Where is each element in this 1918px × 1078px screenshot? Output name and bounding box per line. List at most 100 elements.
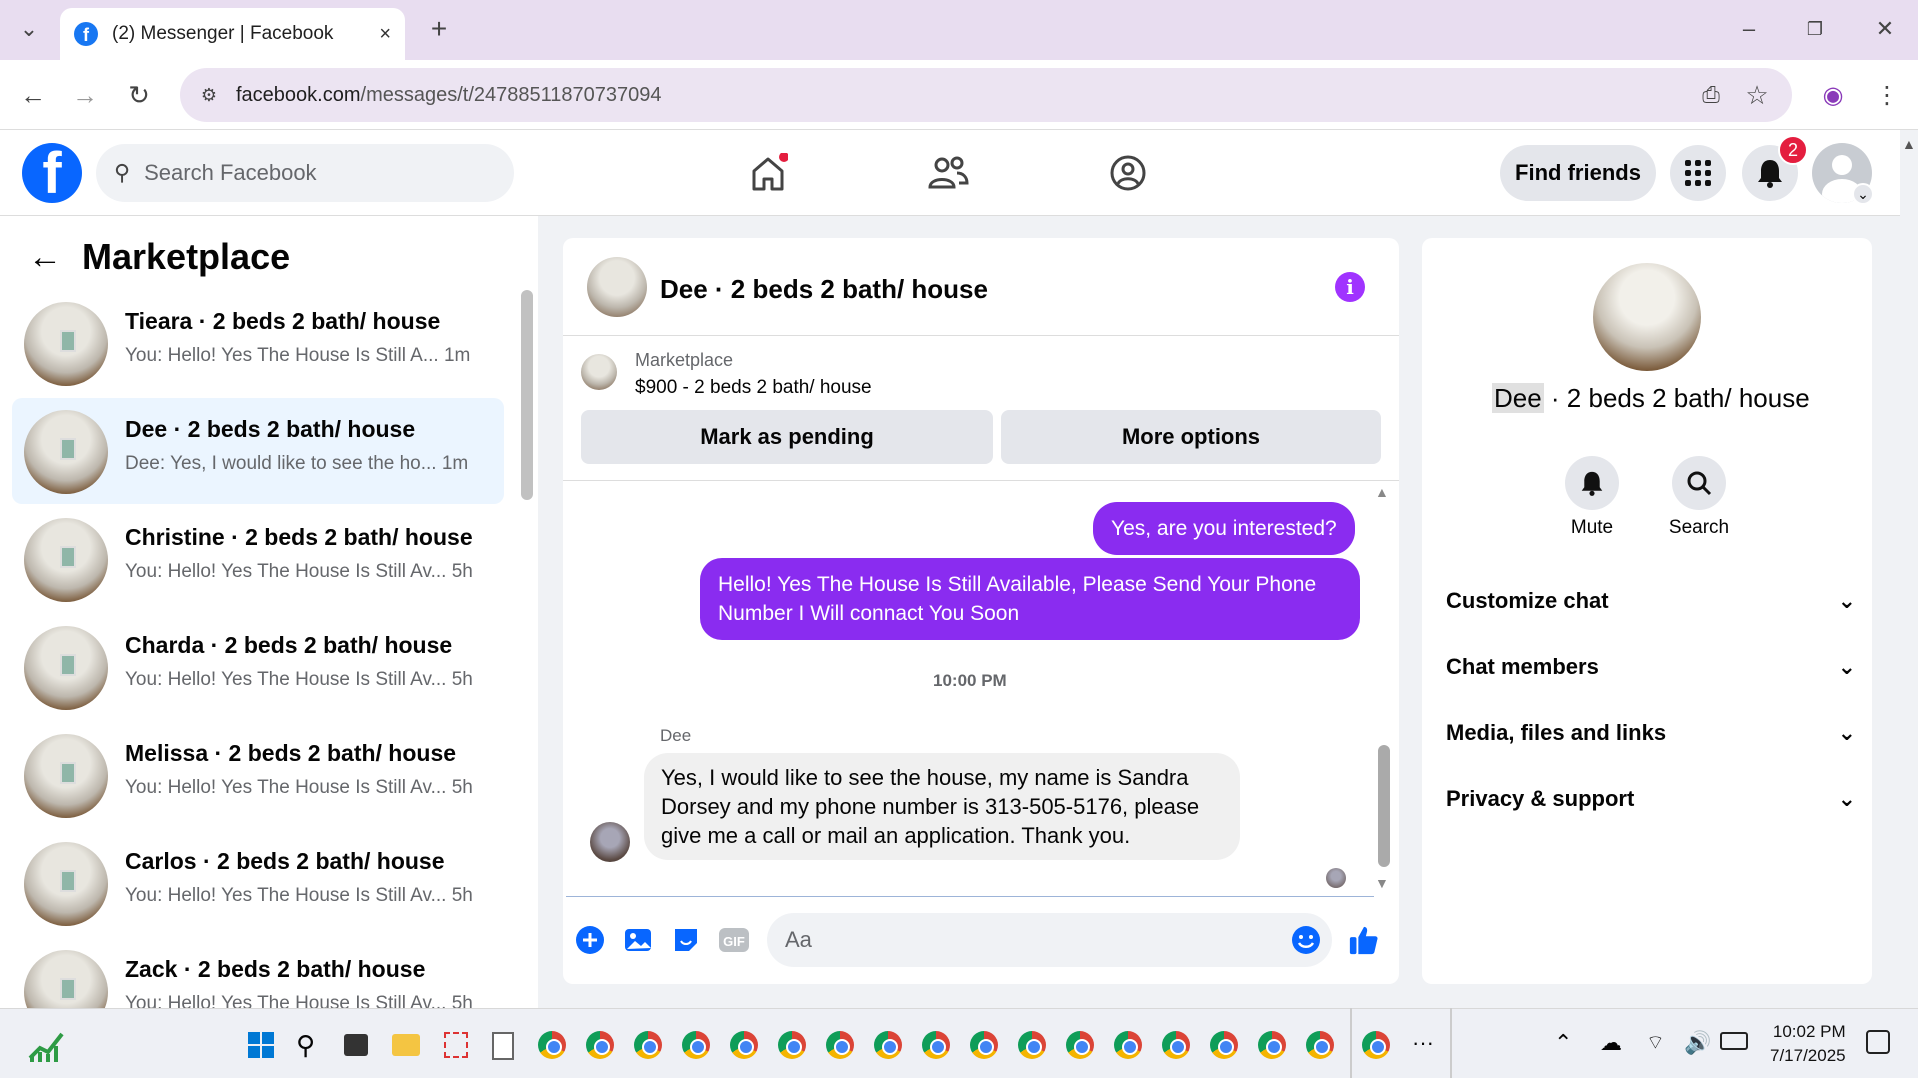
chat-header-avatar[interactable] <box>587 257 647 317</box>
taskbar-chrome-window-icon[interactable] <box>1306 1031 1334 1059</box>
taskbar-chrome-window-icon[interactable] <box>730 1031 758 1059</box>
taskbar-chrome-window-icon[interactable] <box>1114 1031 1142 1059</box>
conversation-item[interactable]: Tieara · 2 beds 2 bath/ house You: Hello!… <box>12 290 504 396</box>
address-bar[interactable]: facebook.com/messages/t/2478851187073709… <box>180 68 1792 122</box>
file-explorer-icon[interactable] <box>392 1034 420 1056</box>
browser-tab[interactable]: f (2) Messenger | Facebook × <box>60 8 405 60</box>
taskbar-chrome-window-icon[interactable] <box>634 1031 662 1059</box>
taskbar-chrome-window-icon[interactable] <box>1258 1031 1286 1059</box>
taskbar-chrome-icon[interactable] <box>1362 1031 1390 1059</box>
conversation-item[interactable]: Melissa · 2 beds 2 bath/ house You: Hello… <box>12 722 504 828</box>
message-input[interactable]: Aa <box>767 913 1332 967</box>
taskbar-chrome-window-icon[interactable] <box>778 1031 806 1059</box>
notification-center-icon[interactable] <box>1866 1030 1890 1054</box>
chat-scrollbar[interactable] <box>1378 745 1390 867</box>
taskbar-search-icon[interactable]: ⚲ <box>296 1030 315 1061</box>
mute-button[interactable] <box>1565 456 1619 510</box>
tab-search-icon[interactable]: ⌄ <box>14 14 44 44</box>
back-arrow-icon[interactable]: ← <box>28 238 62 277</box>
taskbar-chrome-window-icon[interactable] <box>1066 1031 1094 1059</box>
mark-as-pending-button[interactable]: Mark as pending <box>581 410 993 464</box>
emoji-icon[interactable] <box>1290 924 1322 956</box>
friends-nav-button[interactable] <box>920 148 976 198</box>
details-section-row[interactable]: Media, files and links ⌄ <box>1446 708 1856 758</box>
new-tab-button[interactable]: + <box>424 13 454 44</box>
install-app-icon[interactable]: ⎙ <box>1696 80 1726 110</box>
groups-nav-button[interactable] <box>1100 148 1156 198</box>
minimize-button[interactable]: – <box>1734 14 1764 44</box>
task-view-icon[interactable] <box>344 1034 368 1056</box>
conversation-name: Charda · 2 beds 2 bath/ house <box>125 632 453 658</box>
contact-avatar[interactable] <box>1593 263 1701 371</box>
info-icon[interactable]: i <box>1335 272 1365 302</box>
outgoing-message[interactable]: Yes, are you interested? <box>1093 502 1355 555</box>
profile-icon[interactable]: ◉ <box>1818 80 1848 110</box>
incoming-message-text[interactable]: Yes, I would like to see the house, my n… <box>644 753 1240 860</box>
like-thumbs-up-icon[interactable] <box>1348 924 1380 956</box>
details-section-row[interactable]: Chat members ⌄ <box>1446 642 1856 692</box>
close-window-button[interactable]: ✕ <box>1870 14 1900 44</box>
taskbar-chrome-window-icon[interactable] <box>1018 1031 1046 1059</box>
gif-icon[interactable]: GIF <box>718 924 750 956</box>
restore-button[interactable]: ❐ <box>1800 14 1830 44</box>
chat-scroll-up-icon[interactable]: ▲ <box>1375 484 1389 500</box>
page-scroll-up-icon[interactable]: ▲ <box>1902 136 1916 152</box>
notepad-icon[interactable] <box>492 1032 514 1060</box>
bookmark-star-icon[interactable]: ☆ <box>1742 80 1772 110</box>
chrome-menu-icon[interactable]: ⋮ <box>1872 80 1902 110</box>
battery-icon[interactable] <box>1720 1032 1748 1050</box>
windows-start-icon[interactable] <box>248 1032 274 1058</box>
taskbar-chrome-window-icon[interactable] <box>538 1031 566 1059</box>
search-facebook-input[interactable]: ⚲ Search Facebook <box>96 144 514 202</box>
back-icon[interactable]: ← <box>18 80 48 110</box>
sticker-icon[interactable] <box>670 924 702 956</box>
show-hidden-icons[interactable]: ⌃ <box>1554 1030 1572 1056</box>
reload-icon[interactable]: ↻ <box>124 80 154 110</box>
add-attachment-icon[interactable] <box>574 924 606 956</box>
listing-title[interactable]: $900 - 2 beds 2 bath/ house <box>635 377 872 399</box>
taskbar-chrome-window-icon[interactable] <box>682 1031 710 1059</box>
site-settings-icon[interactable]: ⚙ <box>196 82 222 108</box>
more-options-button[interactable]: More options <box>1001 410 1381 464</box>
sender-avatar[interactable] <box>590 822 630 862</box>
conversation-list-scrollbar[interactable] <box>521 290 533 500</box>
facebook-logo-icon[interactable]: f <box>22 143 82 203</box>
snipping-tool-icon[interactable] <box>444 1032 468 1058</box>
outgoing-message-text: Hello! Yes The House Is Still Available,… <box>700 558 1360 640</box>
onedrive-cloud-icon[interactable]: ☁ <box>1600 1030 1622 1056</box>
stocks-widget-icon[interactable] <box>28 1028 64 1062</box>
chat-scroll-down-icon[interactable]: ▼ <box>1375 875 1389 891</box>
taskbar-clock[interactable]: 10:02 PM 7/17/2025 <box>1770 1020 1846 1068</box>
conversation-item[interactable]: Carlos · 2 beds 2 bath/ house You: Hello!… <box>12 830 504 936</box>
account-chevron-icon[interactable]: ⌄ <box>1852 183 1874 205</box>
menu-grid-button[interactable] <box>1670 145 1726 201</box>
taskbar-chrome-window-icon[interactable] <box>1162 1031 1190 1059</box>
conversation-item[interactable]: Christine · 2 beds 2 bath/ house You: Hel… <box>12 506 504 612</box>
photo-icon[interactable] <box>622 924 654 956</box>
taskbar-chrome-window-icon[interactable] <box>874 1031 902 1059</box>
more-apps-icon[interactable]: ··· <box>1412 1030 1434 1056</box>
taskbar-chrome-window-icon[interactable] <box>922 1031 950 1059</box>
windows-taskbar <box>0 1008 1918 1078</box>
conversation-item[interactable]: Dee · 2 beds 2 bath/ house Dee: Yes, I wo… <box>12 398 504 504</box>
details-section-row[interactable]: Customize chat ⌄ <box>1446 576 1856 626</box>
volume-icon[interactable]: 🔊 <box>1684 1030 1711 1056</box>
find-friends-button[interactable]: Find friends <box>1500 145 1656 201</box>
listing-thumbnail[interactable] <box>581 354 617 390</box>
outgoing-message[interactable]: Hello! Yes The House Is Still Available,… <box>700 558 1360 640</box>
taskbar-chrome-window-icon[interactable] <box>586 1031 614 1059</box>
forward-icon[interactable]: → <box>70 80 100 110</box>
chat-title[interactable]: Dee · 2 beds 2 bath/ house <box>660 274 988 305</box>
wifi-icon[interactable]: ⌔ <box>1646 1030 1665 1055</box>
conversation-item[interactable]: Charda · 2 beds 2 bath/ house You: Hello!… <box>12 614 504 720</box>
search-in-conversation-button[interactable] <box>1672 456 1726 510</box>
details-section-row[interactable]: Privacy & support ⌄ <box>1446 774 1856 824</box>
home-nav-button[interactable] <box>740 148 796 198</box>
taskbar-chrome-window-icon[interactable] <box>1210 1031 1238 1059</box>
taskbar-separator <box>1350 1008 1352 1078</box>
taskbar-chrome-window-icon[interactable] <box>970 1031 998 1059</box>
taskbar-chrome-window-icon[interactable] <box>826 1031 854 1059</box>
friends-icon <box>928 156 969 189</box>
tab-close-icon[interactable]: × <box>379 23 391 46</box>
details-section-label: Media, files and links <box>1446 720 1667 745</box>
